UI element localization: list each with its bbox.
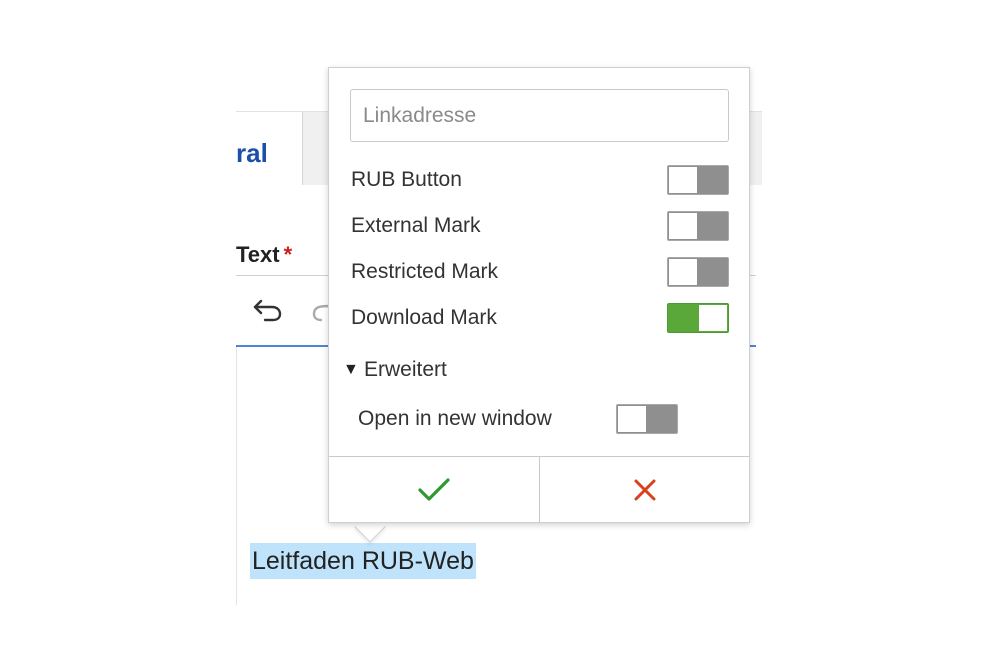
- popup-footer: [329, 456, 749, 523]
- option-label: Download Mark: [351, 306, 497, 329]
- option-label: Restricted Mark: [351, 260, 499, 283]
- option-external-mark: External Mark: [351, 211, 729, 241]
- check-icon: [418, 478, 450, 501]
- option-open-new-window: Open in new window: [358, 404, 678, 434]
- toggle-knob: [699, 305, 727, 331]
- text-field-label-text: Text: [236, 242, 280, 267]
- rub-button-toggle[interactable]: [667, 165, 729, 195]
- selected-link-text[interactable]: Leitfaden RUB-Web: [250, 543, 476, 579]
- toggle-knob: [618, 406, 646, 432]
- option-restricted-mark: Restricted Mark: [351, 257, 729, 287]
- undo-button[interactable]: [252, 296, 284, 324]
- option-label: External Mark: [351, 214, 481, 237]
- redo-icon: [312, 304, 330, 322]
- open-new-window-toggle[interactable]: [616, 404, 678, 434]
- toggle-knob: [669, 213, 697, 239]
- required-marker: *: [283, 242, 293, 267]
- toggle-knob: [669, 259, 697, 285]
- option-rub-button: RUB Button: [351, 165, 729, 195]
- option-label: Open in new window: [358, 407, 552, 430]
- undo-icon: [253, 299, 282, 322]
- confirm-button[interactable]: [329, 457, 539, 523]
- tab-general-label: ral: [236, 138, 268, 168]
- caret-down-icon: ▼: [343, 361, 359, 378]
- text-field-label: Text *: [236, 242, 292, 268]
- link-popup: RUB Button External Mark Restricted Mark…: [328, 67, 750, 523]
- link-address-input[interactable]: [350, 89, 729, 142]
- option-label: RUB Button: [351, 168, 462, 191]
- toggle-knob: [669, 167, 697, 193]
- close-icon: [634, 479, 655, 501]
- redo-button[interactable]: [310, 300, 330, 326]
- external-mark-toggle[interactable]: [667, 211, 729, 241]
- tab-general[interactable]: ral: [236, 111, 302, 185]
- option-download-mark: Download Mark: [351, 303, 729, 333]
- editor-left-border: [236, 347, 237, 605]
- download-mark-toggle[interactable]: [667, 303, 729, 333]
- restricted-mark-toggle[interactable]: [667, 257, 729, 287]
- cancel-button[interactable]: [539, 457, 749, 523]
- advanced-section-label: Erweitert: [364, 358, 447, 381]
